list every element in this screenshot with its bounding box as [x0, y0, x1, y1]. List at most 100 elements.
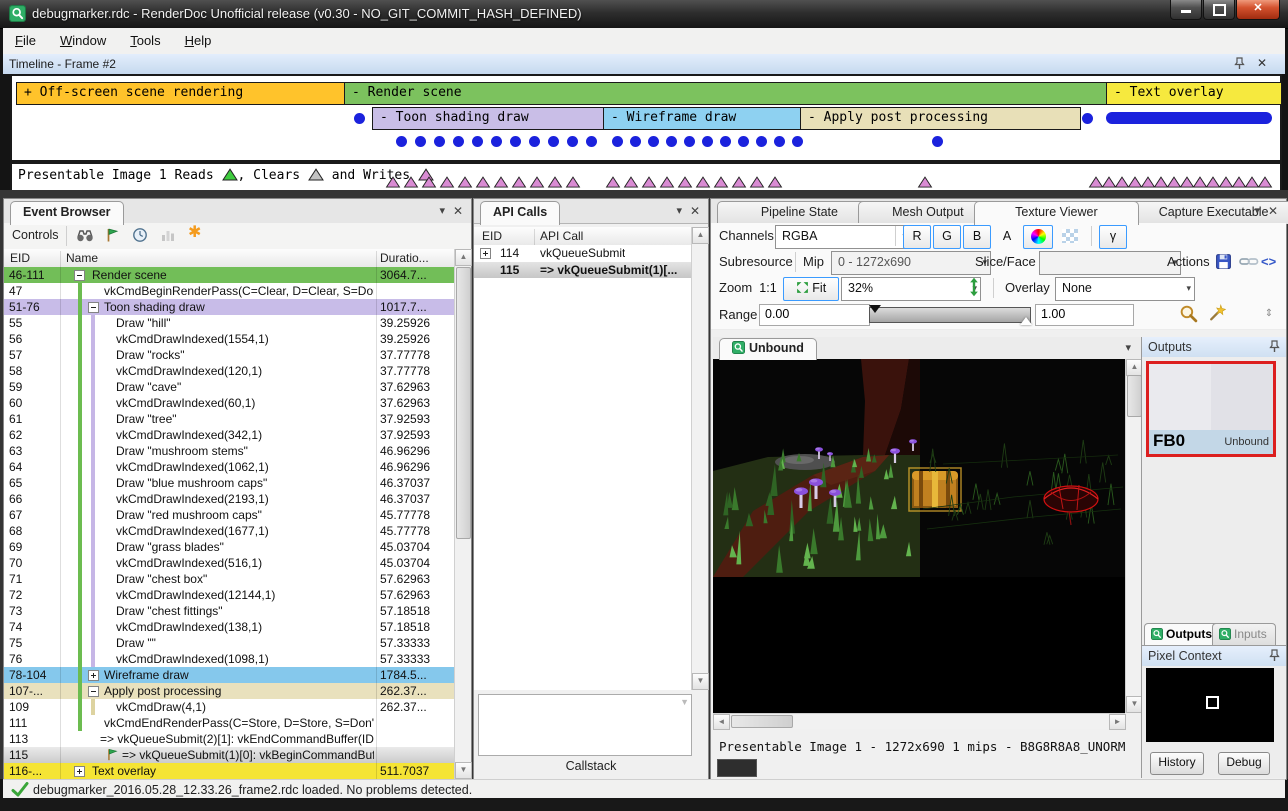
channels-combo[interactable]: RGBA▾ — [775, 225, 911, 249]
close-panel-icon[interactable]: ✕ — [690, 204, 700, 218]
event-row-76[interactable]: 76vkCmdDrawIndexed(1098,1)57.33333 — [4, 651, 454, 667]
event-row-66[interactable]: 66vkCmdDrawIndexed(2193,1)46.37037 — [4, 491, 454, 507]
event-row-75[interactable]: 75Draw ""57.33333 — [4, 635, 454, 651]
event-row-109[interactable]: 109vkCmdDraw(4,1)262.37... — [4, 699, 454, 715]
event-row-68[interactable]: 68vkCmdDrawIndexed(1677,1)45.77778 — [4, 523, 454, 539]
texture-tab-menu-icon[interactable]: ▾ — [1125, 341, 1131, 354]
pin-icon[interactable] — [1234, 57, 1245, 73]
event-row-46-111[interactable]: 46-111Render scene3064.7... — [4, 267, 454, 283]
tab-inputs[interactable]: Inputs — [1212, 623, 1276, 645]
event-row-56[interactable]: 56vkCmdDrawIndexed(1554,1)39.25926 — [4, 331, 454, 347]
range-max-input[interactable]: 1.00 — [1035, 304, 1134, 326]
event-row-73[interactable]: 73Draw "chest fittings"57.18518 — [4, 603, 454, 619]
colorwheel-button[interactable] — [1023, 225, 1053, 249]
event-row-115[interactable]: 115=> vkQueueSubmit(1)[0]: vkBeginComman… — [4, 747, 454, 763]
tree-expander[interactable] — [74, 766, 85, 777]
time-durations-icon[interactable] — [132, 227, 148, 246]
event-row-113[interactable]: 113=> vkQueueSubmit(2)[1]: vkEndCommandB… — [4, 731, 454, 747]
black-point-handle[interactable] — [869, 305, 881, 313]
gamma-button[interactable]: γ — [1099, 225, 1127, 249]
tree-expander[interactable] — [88, 686, 99, 697]
texture-horizontal-scrollbar[interactable]: ◄ ► — [713, 713, 1125, 729]
close-panel-icon[interactable]: ✕ — [453, 204, 463, 218]
event-row-51-76[interactable]: 51-76Toon shading draw1017.7... — [4, 299, 454, 315]
panel-menu-icon[interactable]: ▾ — [1254, 204, 1260, 217]
history-button[interactable]: History — [1150, 752, 1204, 775]
event-row-111[interactable]: 111vkCmdEndRenderPass(C=Store, D=Store, … — [4, 715, 454, 731]
jump-to-eid-icon[interactable] — [104, 227, 120, 246]
menu-help[interactable]: Help — [173, 28, 224, 53]
fb0-thumbnail[interactable]: FB0 Unbound — [1146, 361, 1276, 457]
event-row-65[interactable]: 65Draw "blue mushroom caps"46.37037 — [4, 475, 454, 491]
timeline-section[interactable]: - Render scene — [344, 82, 1113, 105]
overlay-combo[interactable]: None▾ — [1055, 277, 1195, 301]
find-event-icon[interactable] — [76, 227, 94, 246]
event-row-64[interactable]: 64vkCmdDrawIndexed(1062,1)46.96296 — [4, 459, 454, 475]
channel-R-button[interactable]: R — [903, 225, 931, 249]
event-browser-column-header[interactable]: EID Name Duratio... — [4, 249, 454, 268]
event-row-59[interactable]: 59Draw "cave"37.62963 — [4, 379, 454, 395]
channel-A-button[interactable]: A — [993, 225, 1021, 249]
timeline-section[interactable]: - Wireframe draw — [603, 107, 807, 130]
open-custom-shader-icon[interactable]: <> — [1261, 253, 1276, 271]
timeline-section[interactable]: - Text overlay — [1106, 82, 1282, 105]
panel-menu-icon[interactable]: ▾ — [439, 204, 445, 217]
panel-menu-icon[interactable]: ▾ — [676, 204, 682, 217]
event-row-69[interactable]: 69Draw "grass blades"45.03704 — [4, 539, 454, 555]
timeline-section[interactable]: + Off-screen scene rendering — [16, 82, 352, 105]
tree-expander[interactable] — [480, 248, 491, 259]
tree-expander[interactable] — [74, 270, 85, 281]
flip-y-icon[interactable] — [967, 277, 981, 302]
zoom-1-1-button[interactable]: 1:1 — [753, 277, 783, 301]
close-button[interactable]: ✕ — [1236, 0, 1280, 20]
event-row-63[interactable]: 63Draw "mushroom stems"46.96296 — [4, 443, 454, 459]
texture-vertical-scrollbar[interactable]: ▲ ▼ — [1125, 359, 1142, 713]
menu-window[interactable]: Window — [48, 28, 118, 53]
zoom-fit-button[interactable]: Fit — [783, 277, 839, 301]
menu-tools[interactable]: Tools — [118, 28, 172, 53]
minimize-button[interactable] — [1170, 0, 1202, 20]
timeline-panel[interactable]: + Off-screen scene rendering- Render sce… — [10, 74, 1282, 162]
event-row-61[interactable]: 61Draw "tree"37.92593 — [4, 411, 454, 427]
channel-B-button[interactable]: B — [963, 225, 991, 249]
range-min-input[interactable]: 0.00 — [759, 304, 870, 326]
event-row-60[interactable]: 60vkCmdDrawIndexed(60,1)37.62963 — [4, 395, 454, 411]
event-row-62[interactable]: 62vkCmdDrawIndexed(342,1)37.92593 — [4, 427, 454, 443]
pixel-context-view[interactable] — [1146, 668, 1274, 742]
event-row-47[interactable]: 47vkCmdBeginRenderPass(C=Clear, D=Clear,… — [4, 283, 454, 299]
white-point-handle[interactable] — [1020, 317, 1032, 325]
zoom-combo[interactable]: 32%▾ — [841, 277, 981, 301]
api-row-115[interactable]: 115=> vkQueueSubmit(1)[... — [474, 262, 691, 278]
event-row-72[interactable]: 72vkCmdDrawIndexed(12144,1)57.62963 — [4, 587, 454, 603]
link-icon[interactable] — [1239, 255, 1259, 273]
mip-combo[interactable]: 0 - 1272x690▾ — [831, 251, 991, 275]
range-slider[interactable] — [869, 307, 1031, 323]
maximize-button[interactable] — [1203, 0, 1235, 20]
zoom-range-icon[interactable] — [1179, 304, 1198, 328]
pin-icon[interactable] — [1269, 340, 1280, 356]
event-row-74[interactable]: 74vkCmdDrawIndexed(138,1)57.18518 — [4, 619, 454, 635]
event-row-55[interactable]: 55Draw "hill"39.25926 — [4, 315, 454, 331]
event-row-78-104[interactable]: 78-104Wireframe draw1784.5... — [4, 667, 454, 683]
autofit-range-icon[interactable] — [1207, 304, 1226, 328]
event-row-107-...[interactable]: 107-...Apply post processing262.37... — [4, 683, 454, 699]
event-row-70[interactable]: 70vkCmdDrawIndexed(516,1)45.03704 — [4, 555, 454, 571]
texture-display[interactable] — [713, 359, 1125, 713]
texture-image[interactable] — [713, 359, 1125, 577]
tab-event-browser[interactable]: Event Browser — [10, 201, 124, 225]
event-row-116-...[interactable]: 116-...Text overlay511.7037 — [4, 763, 454, 779]
api-calls-scrollbar[interactable]: ▲ ▼ — [691, 227, 708, 690]
close-panel-icon[interactable]: ✕ — [1257, 56, 1267, 70]
api-row-114[interactable]: 114vkQueueSubmit — [474, 245, 691, 261]
pin-icon[interactable] — [1269, 649, 1280, 665]
timeline-section[interactable]: - Apply post processing — [800, 107, 1081, 130]
channel-G-button[interactable]: G — [933, 225, 961, 249]
texture-tab-unbound[interactable]: Unbound — [719, 338, 817, 360]
close-panel-icon[interactable]: ✕ — [1268, 204, 1278, 218]
api-calls-column-header[interactable]: EID API Call — [474, 227, 691, 246]
tab-outputs[interactable]: Outputs — [1144, 623, 1221, 645]
save-texture-icon[interactable] — [1215, 253, 1232, 275]
tab-api-calls[interactable]: API Calls — [480, 201, 560, 225]
debug-button[interactable]: Debug — [1218, 752, 1270, 775]
tree-expander[interactable] — [88, 670, 99, 681]
